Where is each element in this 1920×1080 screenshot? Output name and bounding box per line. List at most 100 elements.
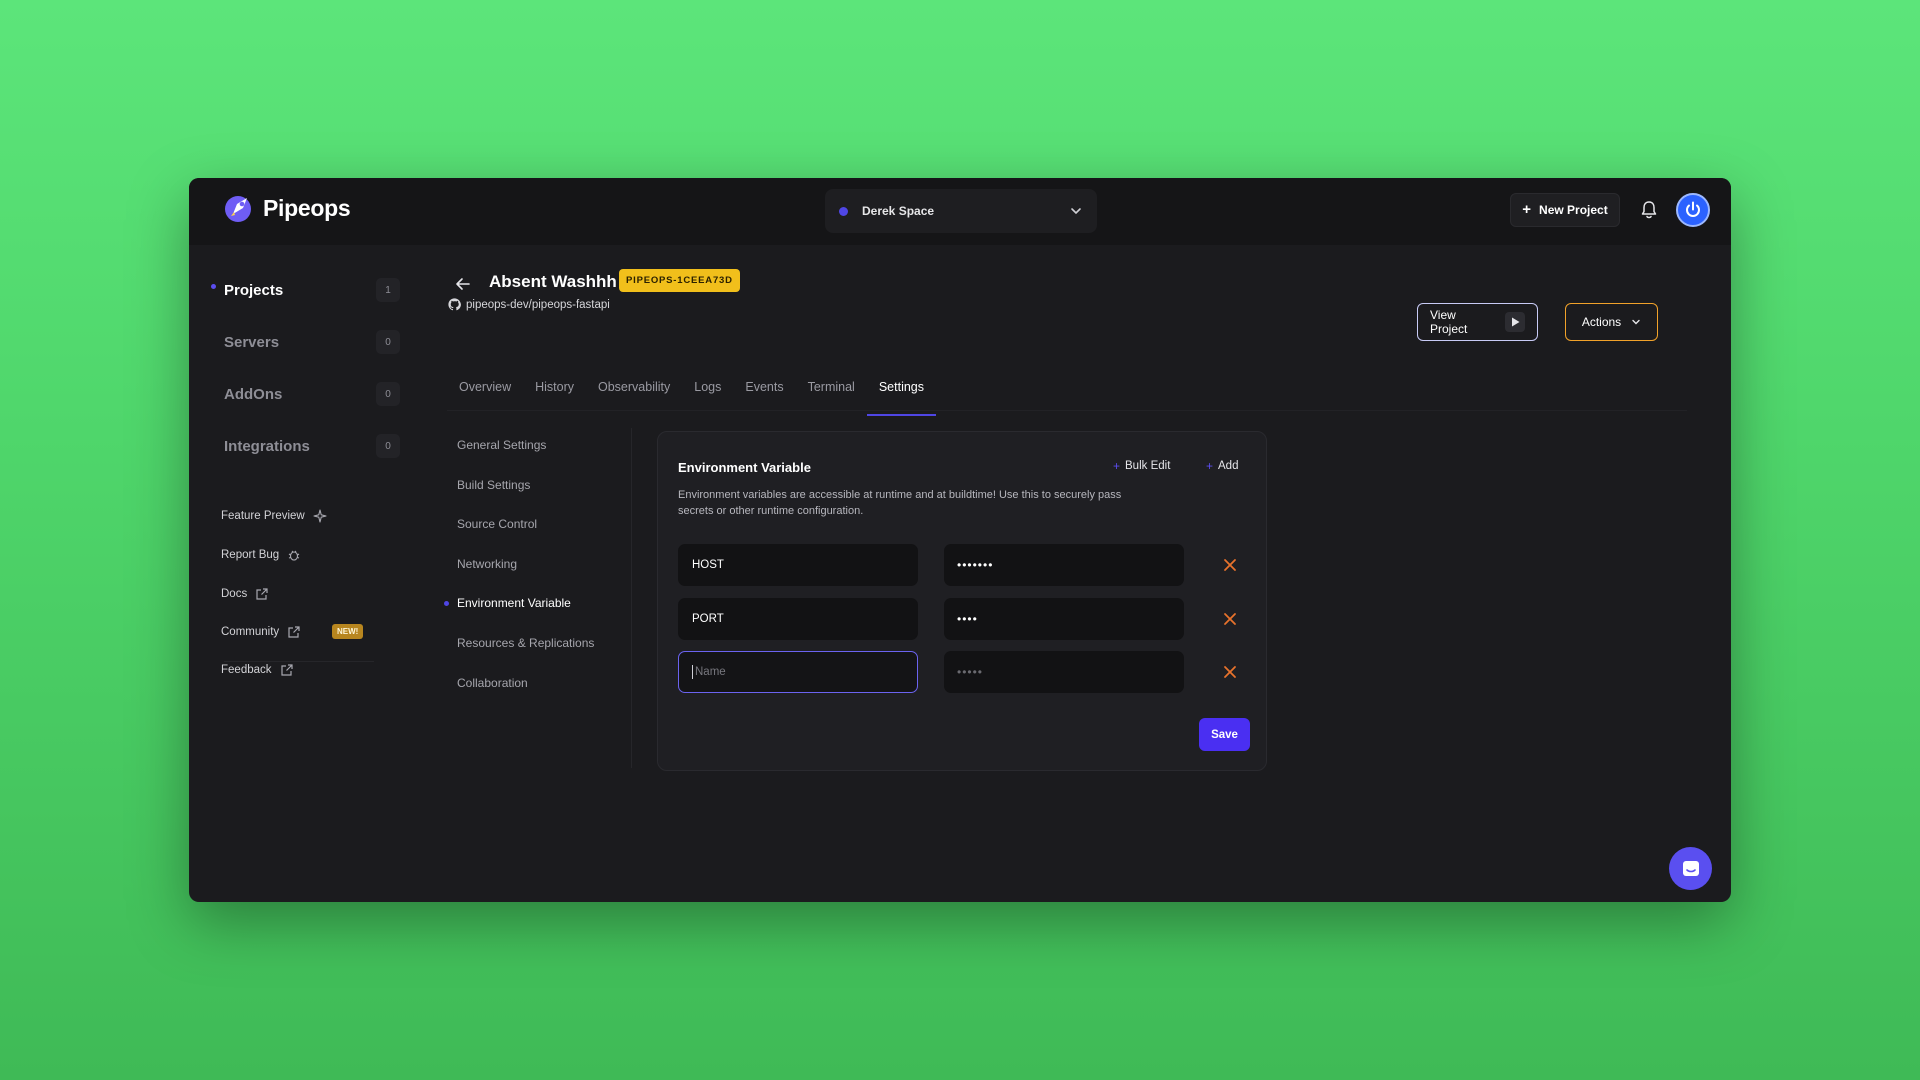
settings-source-control[interactable]: Source Control: [457, 517, 537, 531]
sidebar-item-label: Projects: [224, 281, 284, 299]
settings-environment-label: Environment Variable: [457, 596, 571, 610]
new-project-button[interactable]: + New Project: [1510, 193, 1620, 227]
sidebar: Projects 1 Servers 0 AddOns 0 Integratio…: [189, 245, 419, 902]
count-badge: 0: [376, 434, 400, 458]
settings-menu: General Settings Build Settings Source C…: [444, 428, 632, 768]
env-name-field[interactable]: PORT: [678, 598, 918, 640]
tab-logs[interactable]: Logs: [682, 380, 733, 412]
sparkle-icon: [313, 509, 327, 523]
repo-label: pipeops-dev/pipeops-fastapi: [466, 298, 610, 311]
card-description: Environment variables are accessible at …: [678, 489, 1122, 517]
env-row: PORT ••••: [678, 598, 1238, 640]
external-link-icon: [288, 626, 300, 638]
env-row: HOST •••••••: [678, 544, 1238, 586]
report-bug-link[interactable]: Report Bug: [221, 548, 397, 562]
plus-icon: +: [1113, 459, 1121, 473]
count-badge: 0: [376, 382, 400, 406]
bulk-edit-label: Bulk Edit: [1125, 460, 1171, 472]
bulk-edit-button[interactable]: + Bulk Edit: [1113, 459, 1170, 473]
bell-icon[interactable]: [1638, 199, 1660, 221]
external-link-icon: [280, 664, 293, 676]
report-bug-label: Report Bug: [221, 549, 280, 561]
add-label: Add: [1218, 460, 1239, 472]
chevron-down-icon: [1071, 208, 1081, 215]
active-indicator: [211, 284, 216, 289]
settings-resources[interactable]: Resources & Replications: [457, 636, 594, 650]
sidebar-item-servers[interactable]: Servers 0: [224, 330, 400, 354]
docs-link[interactable]: Docs: [221, 587, 397, 601]
workspace-select[interactable]: Derek Space: [825, 189, 1097, 233]
count-badge: 0: [376, 330, 400, 354]
view-project-button[interactable]: View Project: [1417, 303, 1538, 341]
env-name-input[interactable]: Name: [678, 651, 918, 693]
app-window: Pipeops Derek Space + New Project Projec…: [189, 178, 1731, 902]
plus-icon: +: [1522, 201, 1532, 218]
workspace-dot-icon: [839, 206, 848, 216]
feedback-link[interactable]: Feedback: [221, 663, 397, 677]
play-icon: [1505, 312, 1525, 332]
name-placeholder: Name: [695, 666, 726, 678]
env-row-new: Name •••••: [678, 651, 1238, 693]
sidebar-item-label: AddOns: [224, 385, 283, 403]
actions-button[interactable]: Actions: [1565, 303, 1658, 341]
back-arrow-icon[interactable]: [454, 275, 472, 293]
count-badge: 1: [376, 278, 400, 302]
power-icon: [1686, 201, 1700, 217]
view-project-label: View Project: [1430, 308, 1468, 336]
user-avatar[interactable]: [1676, 193, 1710, 227]
env-value-field[interactable]: ••••: [944, 598, 1184, 640]
rocket-logo-icon: [225, 196, 251, 222]
actions-label: Actions: [1581, 315, 1622, 329]
sidebar-item-addons[interactable]: AddOns 0: [224, 382, 400, 406]
remove-icon[interactable]: [1222, 557, 1238, 573]
env-value-input[interactable]: •••••: [944, 651, 1184, 693]
external-link-icon: [256, 588, 268, 600]
settings-general[interactable]: General Settings: [457, 438, 546, 452]
community-link[interactable]: Community NEW!: [221, 624, 397, 639]
remove-icon[interactable]: [1222, 611, 1238, 627]
tab-overview[interactable]: Overview: [447, 380, 523, 412]
bug-icon: [288, 550, 300, 561]
project-title: Absent Washhh: [489, 272, 617, 291]
workspace-name: Derek Space: [862, 204, 935, 218]
add-variable-button[interactable]: + Add: [1206, 459, 1238, 473]
chat-icon: [1682, 860, 1699, 876]
new-project-label: New Project: [1539, 203, 1608, 217]
tab-history[interactable]: History: [523, 380, 586, 412]
feature-preview-link[interactable]: Feature Preview: [221, 509, 397, 523]
chat-support-button[interactable]: [1669, 847, 1712, 890]
tabs-divider: [447, 410, 1687, 411]
settings-networking[interactable]: Networking: [457, 557, 517, 571]
save-button[interactable]: Save: [1199, 718, 1250, 751]
active-indicator: [444, 601, 449, 606]
card-title: Environment Variable: [678, 460, 811, 475]
sidebar-item-integrations[interactable]: Integrations 0: [224, 434, 400, 458]
feedback-label: Feedback: [221, 664, 272, 676]
tab-bar: Overview History Observability Logs Even…: [447, 380, 937, 416]
tab-settings[interactable]: Settings: [866, 380, 937, 416]
tab-terminal[interactable]: Terminal: [796, 380, 867, 412]
repo-link[interactable]: pipeops-dev/pipeops-fastapi: [448, 298, 610, 311]
sidebar-item-label: Integrations: [224, 437, 310, 455]
logo[interactable]: Pipeops: [223, 192, 351, 224]
settings-environment-variable[interactable]: Environment Variable: [444, 596, 571, 610]
text-caret: [692, 665, 693, 679]
sidebar-item-projects[interactable]: Projects 1: [211, 278, 400, 302]
top-bar: Pipeops Derek Space + New Project: [189, 178, 1731, 245]
sidebar-divider: [224, 661, 374, 662]
env-name-field[interactable]: HOST: [678, 544, 918, 586]
docs-label: Docs: [221, 588, 248, 600]
tab-observability[interactable]: Observability: [586, 380, 682, 412]
remove-icon[interactable]: [1222, 664, 1238, 680]
plus-icon: +: [1206, 459, 1214, 473]
chevron-down-icon: [1632, 319, 1640, 325]
settings-build[interactable]: Build Settings: [457, 478, 530, 492]
project-id-badge: PIPEOPS-1CEEA73D: [619, 269, 740, 292]
app-name: Pipeops: [263, 194, 351, 221]
tab-events[interactable]: Events: [733, 380, 795, 412]
sidebar-item-label: Servers: [224, 333, 280, 351]
feature-preview-label: Feature Preview: [221, 510, 305, 522]
env-value-field[interactable]: •••••••: [944, 544, 1184, 586]
community-label: Community: [221, 626, 280, 638]
settings-collaboration[interactable]: Collaboration: [457, 676, 528, 690]
